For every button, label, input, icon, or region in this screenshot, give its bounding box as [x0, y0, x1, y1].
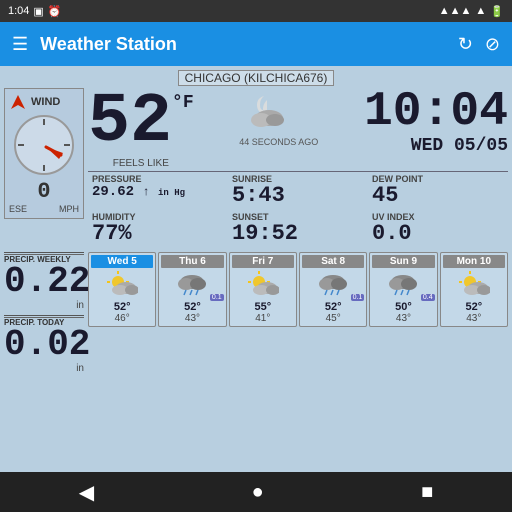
dewpoint-value: 45	[372, 184, 504, 208]
menu-icon[interactable]: ☰	[12, 34, 28, 55]
bottom-nav: ◀ ● ■	[0, 472, 512, 512]
sunrise-block: SUNRISE 5:43	[228, 172, 368, 210]
wind-speed-value: 0	[9, 179, 79, 204]
offline-icon[interactable]: ⊘	[485, 34, 500, 55]
pressure-label: PRESSURE	[92, 174, 224, 184]
forecast-day-label: Sun 9	[372, 255, 434, 268]
temperature-display: 52 °F	[88, 88, 194, 158]
current-weather-icon: 44 SECONDS AGO	[239, 92, 318, 147]
temp-value: 52	[88, 88, 172, 158]
forecast-day-label: Sat 8	[302, 255, 364, 268]
time-display: 10:04	[364, 88, 508, 136]
wind-icon	[9, 93, 27, 111]
forecast-high: 52°	[302, 301, 364, 313]
humidity-block: HUMIDITY 77%	[88, 210, 228, 248]
station-name: CHICAGO (KILCHICA676)	[178, 70, 335, 86]
wifi-icon: ▲	[475, 5, 486, 17]
last-update: 44 SECONDS AGO	[239, 137, 318, 147]
signal-icon: ▲▲▲	[439, 5, 472, 17]
status-bar: 1:04 ▣ ⏰ ▲▲▲ ▲ 🔋	[0, 0, 512, 22]
status-left: 1:04 ▣ ⏰	[8, 5, 62, 18]
forecast-day: Sat 8 0.152°45°	[299, 252, 367, 327]
forecast-day: Fri 7 55°41°	[229, 252, 297, 327]
forecast-icon	[91, 270, 153, 301]
pressure-value: 29.62 ↑ in Hg	[92, 184, 224, 200]
forecast-day: Sun 9 0.450°43°	[369, 252, 437, 327]
metrics-grid: PRESSURE 29.62 ↑ in Hg SUNRISE 5:43 DEW …	[88, 171, 508, 248]
uvindex-value: 0.0	[372, 222, 504, 246]
back-button[interactable]: ◀	[79, 480, 94, 505]
app-title: Weather Station	[40, 34, 446, 55]
forecast-high: 52°	[91, 301, 153, 313]
wind-unit: MPH	[59, 204, 79, 214]
center-panel: 52 °F FEELS LIKE 44 SECONDS A	[88, 88, 508, 248]
sunset-block: SUNSET 19:52	[228, 210, 368, 248]
forecast-icon	[443, 270, 505, 301]
bottom-section: PRECIP. WEEKLY 0.22 in PRECIP. TODAY 0.0…	[4, 252, 508, 374]
forecast-day-label: Wed 5	[91, 255, 153, 268]
forecast-day: Mon 10 52°43°	[440, 252, 508, 327]
forecast-low: 45°	[302, 313, 364, 324]
precip-weekly-unit: in	[4, 300, 84, 311]
wind-dir-speed: ESE MPH	[9, 204, 79, 214]
wind-compass	[14, 115, 74, 175]
top-section: WIND 0 ESE MPH	[4, 88, 508, 248]
sunrise-value: 5:43	[232, 184, 364, 208]
humidity-value: 77%	[92, 222, 224, 246]
precip-column: PRECIP. WEEKLY 0.22 in PRECIP. TODAY 0.0…	[4, 252, 84, 374]
precip-today-value: 0.02	[4, 327, 84, 363]
sunset-value: 19:52	[232, 222, 364, 246]
forecast-high: 52°	[443, 301, 505, 313]
forecast-low: 43°	[443, 313, 505, 324]
forecast-high: 55°	[232, 301, 294, 313]
forecast-icon: 0.4	[372, 270, 434, 301]
precip-badge: 0.1	[210, 294, 224, 301]
pressure-block: PRESSURE 29.62 ↑ in Hg	[88, 172, 228, 210]
forecast-high: 50°	[372, 301, 434, 313]
wind-direction: ESE	[9, 204, 27, 214]
temp-block: 52 °F FEELS LIKE	[88, 88, 194, 169]
home-button[interactable]: ●	[252, 481, 264, 504]
time-section: 10:04 WED 05/05	[364, 88, 508, 156]
precip-today-unit: in	[4, 363, 84, 374]
top-bar: ☰ Weather Station ↻ ⊘	[0, 22, 512, 66]
main-content: CHICAGO (KILCHICA676) WIND	[0, 66, 512, 472]
precip-badge: 0.1	[351, 294, 365, 301]
status-right: ▲▲▲ ▲ 🔋	[439, 5, 504, 18]
forecast-day: Wed 5 52°46°	[88, 252, 156, 327]
forecast-day-label: Mon 10	[443, 255, 505, 268]
forecast-day-label: Thu 6	[161, 255, 223, 268]
precip-badge: 0.4	[421, 294, 435, 301]
precip-weekly-value: 0.22	[4, 264, 84, 300]
forecast-icon	[232, 270, 294, 301]
forecast-icon: 0.1	[161, 270, 223, 301]
forecast-day-label: Fri 7	[232, 255, 294, 268]
forecast-icon: 0.1	[302, 270, 364, 301]
precip-weekly-section: PRECIP. WEEKLY 0.22 in	[4, 252, 84, 311]
status-time: 1:04	[8, 5, 29, 17]
date-display: WED 05/05	[411, 136, 508, 156]
refresh-icon[interactable]: ↻	[458, 34, 473, 55]
recent-button[interactable]: ■	[421, 481, 433, 504]
wind-panel: WIND 0 ESE MPH	[4, 88, 84, 219]
forecast-high: 52°	[161, 301, 223, 313]
forecast-day: Thu 6 0.152°43°	[158, 252, 226, 327]
forecast-row: Wed 5 52°46°Thu 6 0.152°43°Fri 7	[88, 252, 508, 327]
precip-today-section: PRECIP. TODAY 0.02 in	[4, 315, 84, 374]
alarm-icon: ⏰	[48, 5, 62, 18]
forecast-section: Wed 5 52°46°Thu 6 0.152°43°Fri 7	[88, 252, 508, 374]
wind-label: WIND	[9, 93, 79, 111]
battery-icon: 🔋	[490, 5, 504, 18]
temp-unit: °F	[172, 94, 194, 112]
forecast-low: 43°	[372, 313, 434, 324]
compass-arrow-svg	[16, 117, 76, 177]
forecast-low: 43°	[161, 313, 223, 324]
weather-icon-svg	[239, 92, 289, 132]
dewpoint-block: DEW POINT 45	[368, 172, 508, 210]
temp-time-row: 52 °F FEELS LIKE 44 SECONDS A	[88, 88, 508, 169]
forecast-low: 41°	[232, 313, 294, 324]
uvindex-block: UV INDEX 0.0	[368, 210, 508, 248]
sim-icon: ▣	[33, 5, 43, 18]
forecast-low: 46°	[91, 313, 153, 324]
